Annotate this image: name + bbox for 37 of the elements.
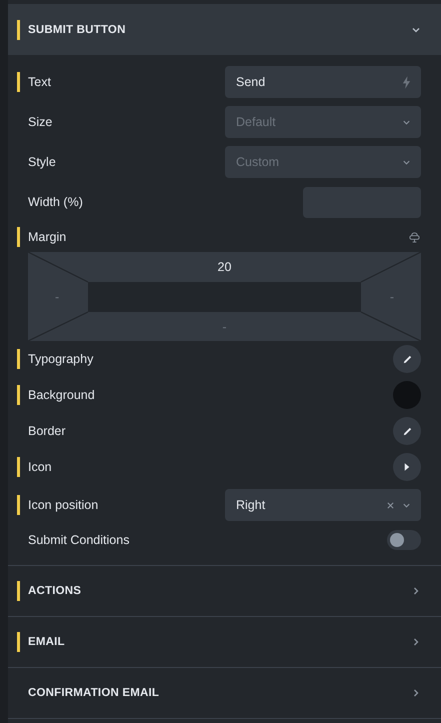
text-field[interactable]: Send (225, 66, 421, 98)
section-header[interactable]: EMAIL (8, 617, 441, 668)
toggle-switch[interactable] (387, 530, 421, 550)
margin-control[interactable]: 20 - - - (28, 252, 421, 341)
control-label: Icon position (28, 498, 100, 512)
lightning-icon[interactable] (402, 76, 411, 88)
select-field[interactable]: Right (225, 489, 421, 521)
section-header[interactable]: ACTIONS (8, 566, 441, 617)
section-title: ACTIONS (28, 585, 82, 597)
control-label: Margin (28, 230, 68, 244)
control-label: Style (28, 155, 57, 169)
chevron-icon (411, 637, 421, 647)
control-label: Typography (28, 352, 94, 366)
pencil-icon (402, 354, 412, 364)
margin-top-value[interactable]: 20 (218, 260, 232, 274)
section-header[interactable]: CONFIRMATION EMAIL (8, 668, 441, 719)
control-label: Size (28, 115, 54, 129)
control-label: Icon (28, 460, 53, 474)
control-label: Background (28, 388, 96, 402)
section-title: CONFIRMATION EMAIL (28, 687, 160, 699)
link-icon[interactable] (408, 232, 421, 242)
close-icon[interactable] (387, 502, 394, 508)
control-label: Width (%) (28, 195, 84, 209)
pencil-icon (402, 426, 412, 436)
control-label: Submit Conditions (28, 533, 130, 547)
section-header[interactable]: SUBMIT BUTTON (8, 4, 441, 55)
control-label: Text (28, 75, 52, 89)
color-swatch[interactable] (393, 381, 421, 409)
section-title: SUBMIT BUTTON (28, 24, 127, 36)
play-icon (404, 463, 410, 471)
edit-button[interactable] (393, 417, 421, 445)
chevron-icon (411, 586, 421, 596)
section-title: EMAIL (28, 636, 66, 648)
icon-picker-button[interactable] (393, 453, 421, 481)
edit-button[interactable] (393, 345, 421, 373)
chevron-icon (411, 688, 421, 698)
control-label: Border (28, 424, 67, 438)
